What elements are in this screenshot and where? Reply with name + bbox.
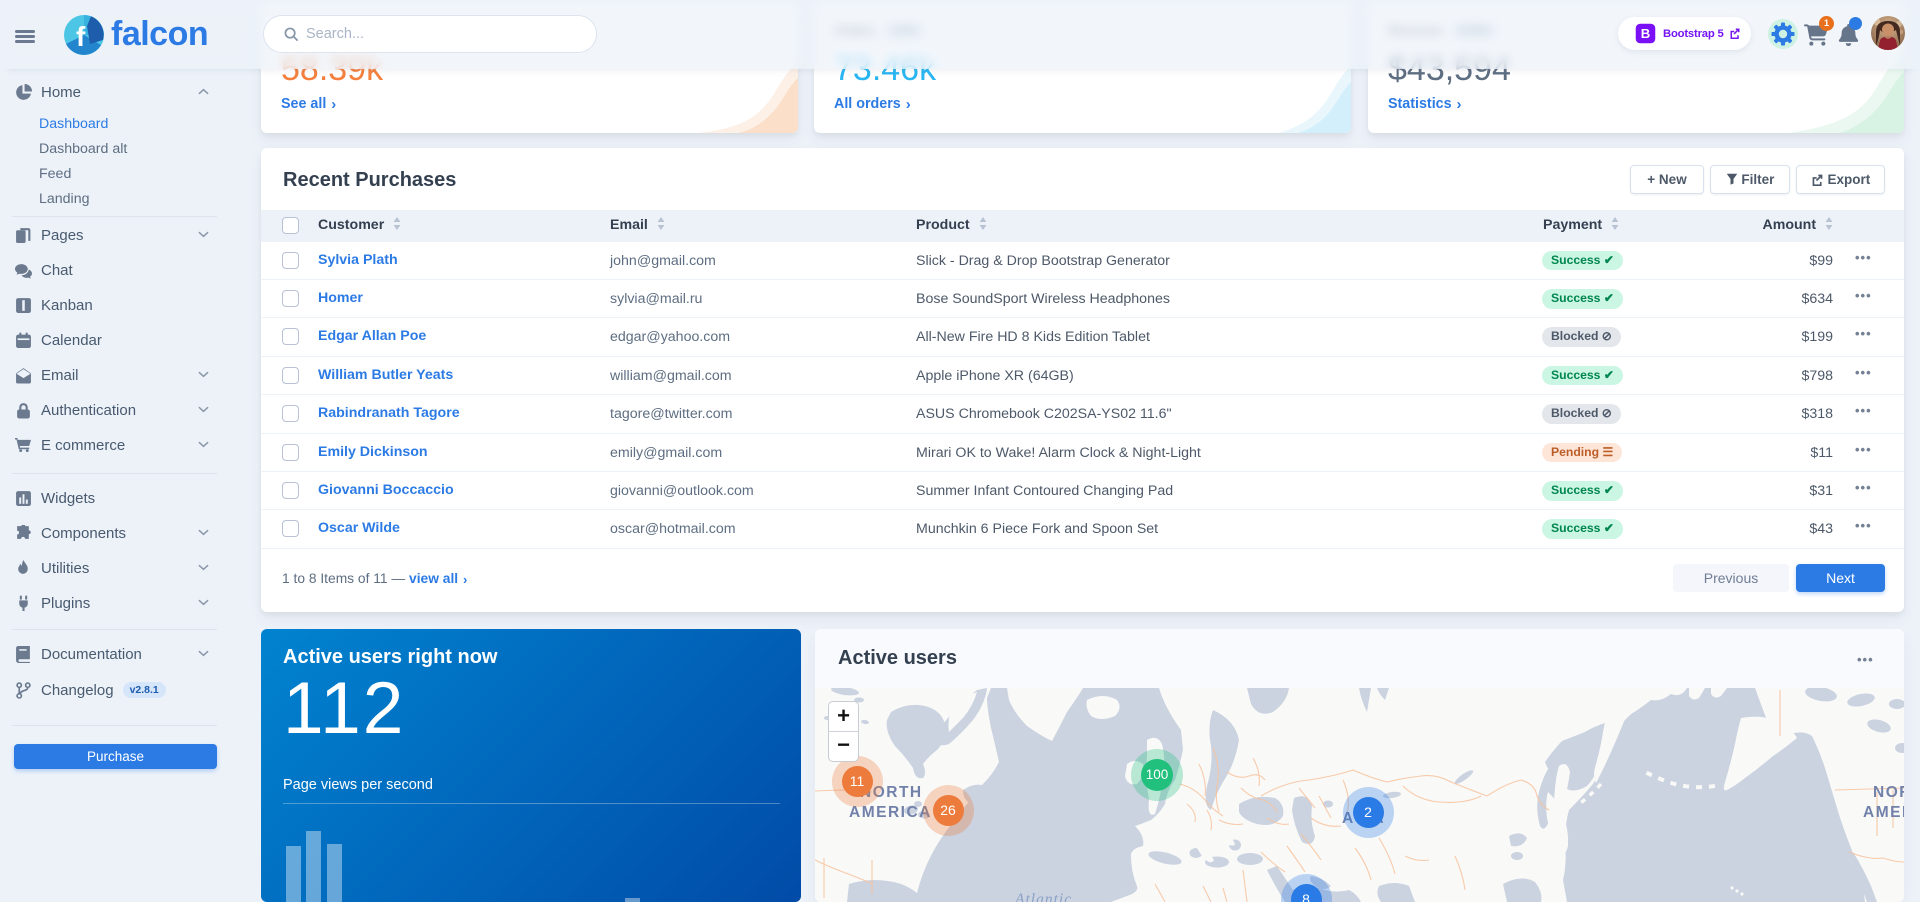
svg-text:f: f <box>76 21 86 52</box>
svg-text:B: B <box>1641 26 1651 41</box>
